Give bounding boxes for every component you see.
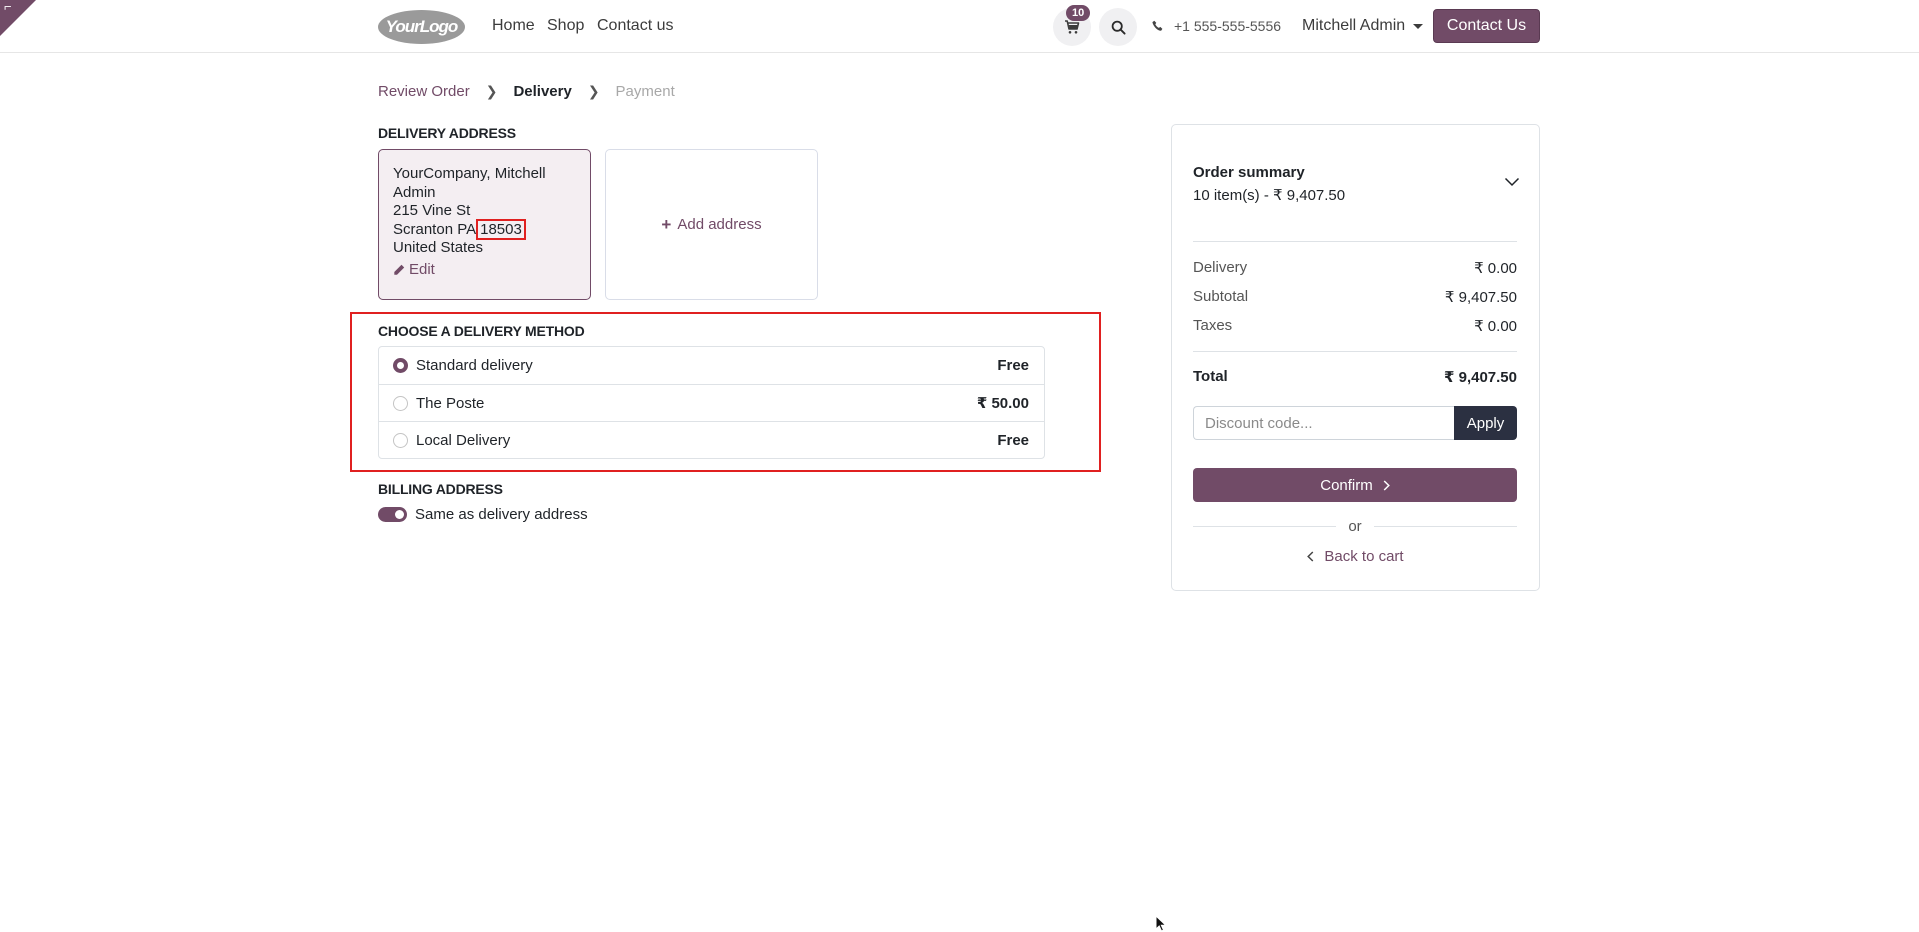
delivery-address-title: DELIVERY ADDRESS	[378, 125, 516, 141]
nav-contact-us[interactable]: Contact us	[597, 17, 673, 35]
method-name: Standard delivery	[416, 357, 533, 374]
address-country: United States	[393, 239, 484, 256]
edit-label: Edit	[409, 260, 435, 278]
order-summary-title: Order summary	[1193, 164, 1305, 181]
radio-local-delivery[interactable]	[393, 432, 408, 448]
back-to-cart-link[interactable]: Back to cart	[1172, 548, 1539, 565]
divider	[1193, 351, 1517, 352]
method-name: The Poste	[416, 394, 485, 412]
phone-icon	[1152, 20, 1163, 31]
same-as-delivery-toggle[interactable]	[378, 507, 407, 522]
mouse-cursor-icon	[1155, 915, 1167, 932]
subtotal-value: ₹ 9,407.50	[1444, 289, 1517, 306]
same-as-delivery-label[interactable]: Same as delivery address	[415, 506, 588, 523]
chevron-left-icon	[1307, 551, 1314, 562]
method-price: Free	[997, 431, 1029, 449]
radio-the-poste[interactable]	[393, 395, 408, 411]
caret-down-icon	[1413, 23, 1424, 29]
address-city-state: Scranton PA	[393, 220, 477, 238]
order-summary-subtitle: 10 item(s) - ₹ 9,407.50	[1193, 187, 1346, 204]
plus-icon: +	[661, 214, 672, 234]
address-name: YourCompany, Mitchell Admin	[393, 165, 546, 201]
or-label: or	[1348, 518, 1362, 535]
chevron-down-icon[interactable]	[1504, 177, 1520, 187]
total-row: Total ₹ 9,407.50	[1193, 368, 1517, 386]
search-icon	[1111, 20, 1126, 35]
subtotal-label: Subtotal	[1193, 288, 1249, 305]
divider	[1193, 241, 1517, 242]
cart-count-badge: 10	[1066, 5, 1091, 21]
chevron-right-icon: ❯	[485, 83, 498, 99]
apply-discount-button[interactable]: Apply	[1454, 406, 1517, 440]
nav-home[interactable]: Home	[492, 17, 535, 35]
breadcrumb-delivery: Delivery	[513, 83, 572, 100]
discount-code-input[interactable]	[1193, 406, 1454, 440]
add-address-card[interactable]: + Add address	[605, 149, 818, 300]
radio-standard-delivery[interactable]	[393, 358, 408, 373]
address-street: 215 Vine St	[393, 202, 471, 219]
delivery-option-the-poste[interactable]: The Poste ₹ 50.00	[379, 384, 1044, 421]
taxes-value: ₹ 0.00	[1474, 318, 1517, 335]
user-name: Mitchell Admin	[1302, 17, 1406, 34]
pencil-icon	[394, 264, 405, 275]
taxes-row: Taxes ₹ 0.00	[1193, 317, 1517, 335]
search-button[interactable]	[1099, 8, 1137, 46]
delivery-value: ₹ 0.00	[1474, 260, 1517, 277]
contact-us-button[interactable]: Contact Us	[1433, 9, 1540, 43]
method-price: ₹ 50.00	[976, 395, 1029, 412]
delivery-label: Delivery	[1193, 259, 1248, 276]
site-header: YourLogo Home Shop Contact us 10 +1 555-…	[0, 0, 1919, 53]
delivery-row: Delivery ₹ 0.00	[1193, 259, 1517, 277]
delivery-method-list: Standard delivery Free The Poste ₹ 50.00…	[378, 346, 1045, 459]
or-divider: or	[1193, 518, 1517, 535]
confirm-button[interactable]: Confirm	[1193, 468, 1517, 502]
taxes-label: Taxes	[1193, 317, 1233, 334]
chevron-right-icon	[1383, 479, 1390, 491]
subtotal-row: Subtotal ₹ 9,407.50	[1193, 288, 1517, 306]
phone-number: +1 555-555-5556	[1174, 18, 1282, 34]
billing-address-title: BILLING ADDRESS	[378, 481, 503, 497]
confirm-label: Confirm	[1320, 476, 1373, 494]
order-summary-card: Order summary 10 item(s) - ₹ 9,407.50 De…	[1171, 124, 1540, 591]
address-zip: 18503	[476, 218, 526, 240]
site-logo[interactable]: YourLogo	[378, 10, 465, 44]
breadcrumb-payment: Payment	[615, 83, 675, 100]
same-as-delivery-row: Same as delivery address	[378, 506, 588, 523]
cart-icon	[1065, 20, 1080, 34]
method-price: Free	[997, 357, 1029, 374]
delivery-method-title: CHOOSE A DELIVERY METHOD	[378, 323, 585, 339]
selected-address-card[interactable]: YourCompany, Mitchell Admin 215 Vine St …	[378, 149, 591, 300]
phone-link[interactable]: +1 555-555-5556	[1152, 18, 1281, 34]
method-name: Local Delivery	[416, 431, 511, 449]
edit-address-link[interactable]: Edit	[393, 261, 576, 280]
delivery-option-standard[interactable]: Standard delivery Free	[379, 347, 1044, 384]
checkout-breadcrumb: Review Order ❯ Delivery ❯ Payment	[378, 83, 675, 100]
total-label: Total	[1193, 368, 1228, 385]
nav-shop[interactable]: Shop	[547, 17, 584, 35]
user-menu[interactable]: Mitchell Admin	[1302, 17, 1424, 35]
address-city-line: Scranton PA 18503	[393, 218, 576, 240]
breadcrumb-review-order[interactable]: Review Order	[378, 83, 470, 100]
add-address-label: Add address	[677, 216, 762, 233]
total-value: ₹ 9,407.50	[1444, 369, 1517, 386]
chevron-right-icon: ❯	[587, 83, 600, 99]
discount-form: Apply	[1193, 406, 1517, 440]
back-to-cart-label: Back to cart	[1324, 548, 1404, 565]
delivery-option-local[interactable]: Local Delivery Free	[379, 421, 1044, 458]
